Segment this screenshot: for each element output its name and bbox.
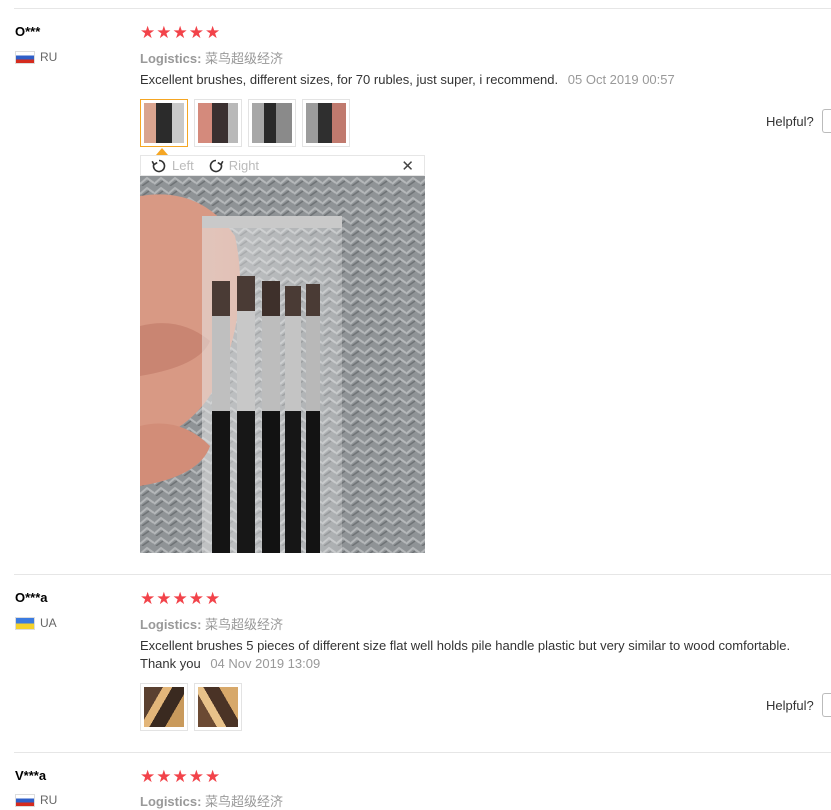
photo-thumbnail[interactable] <box>194 683 242 731</box>
russia-flag-icon <box>15 50 35 64</box>
star-rating: ★★★★★ <box>140 767 222 786</box>
photo-thumbnail[interactable] <box>140 99 188 147</box>
photo-thumbnail[interactable] <box>302 99 350 147</box>
review-body-end: Thank you <box>140 656 201 671</box>
helpful-button[interactable] <box>821 693 831 717</box>
photo-viewer-toolbar: Left Right ✕ <box>140 155 425 176</box>
country-code: RU <box>40 50 58 64</box>
logistics-info: Logistics: 菜鸟超级经济 <box>140 614 283 633</box>
photo-image <box>144 103 184 143</box>
logistics-value: 菜鸟超级经济 <box>205 617 284 632</box>
review-date: 05 Oct 2019 00:57 <box>567 72 675 87</box>
review-text: Excellent brushes 5 pieces of different … <box>140 637 831 673</box>
photo-thumbnail[interactable] <box>248 99 296 147</box>
close-icon[interactable]: ✕ <box>401 157 414 175</box>
logistics-value: 菜鸟超级经济 <box>205 794 284 809</box>
helpful-button[interactable] <box>821 109 831 133</box>
selected-photo-pointer <box>156 148 168 155</box>
photo-image <box>144 687 184 727</box>
review-body-line: Thank you 04 Nov 2019 13:09 <box>140 655 831 673</box>
rotate-left-icon <box>151 159 166 172</box>
photo-thumbnail[interactable] <box>140 683 188 731</box>
reviewer-name: V***a <box>15 768 47 783</box>
review-date: 04 Nov 2019 13:09 <box>210 656 321 671</box>
photo-image <box>252 103 292 143</box>
logistics-label: Logistics: <box>140 794 202 809</box>
brushes-photo <box>140 176 425 553</box>
logistics-info: Logistics: 菜鸟超级经济 <box>140 791 283 810</box>
helpful-label: Helpful? <box>766 113 814 129</box>
star-rating: ★★★★★ <box>140 23 222 42</box>
logistics-value: 菜鸟超级经济 <box>205 51 284 66</box>
review-photos <box>140 683 242 731</box>
logistics-info: Logistics: 菜鸟超级经济 <box>140 48 283 67</box>
review-divider <box>14 752 831 753</box>
photo-image <box>198 103 238 143</box>
photo-image <box>198 687 238 727</box>
helpful-vote: Helpful? <box>766 109 831 133</box>
ukraine-flag-icon <box>15 616 35 630</box>
logistics-label: Logistics: <box>140 617 202 632</box>
rotate-right-label: Right <box>228 158 260 173</box>
review-body: Excellent brushes, different sizes, for … <box>140 72 559 87</box>
reviewer-country: RU <box>15 50 57 64</box>
rotate-left-button[interactable]: Left <box>151 158 194 174</box>
review-body-line: Excellent brushes 5 pieces of different … <box>140 638 791 653</box>
photo-image <box>306 103 346 143</box>
review-divider <box>14 8 831 9</box>
rotate-right-button[interactable]: Right <box>208 158 259 174</box>
country-code: UA <box>40 616 57 630</box>
rotate-right-icon <box>209 159 224 172</box>
reviewer-country: UA <box>15 616 57 630</box>
photo-thumbnail[interactable] <box>194 99 242 147</box>
review-text: Excellent brushes, different sizes, for … <box>140 71 675 89</box>
rotate-left-label: Left <box>172 158 194 173</box>
helpful-vote: Helpful? <box>766 693 831 717</box>
logistics-label: Logistics: <box>140 51 202 66</box>
review-photos <box>140 99 350 147</box>
enlarged-photo <box>140 176 425 553</box>
reviewer-name: O*** <box>15 24 41 39</box>
helpful-label: Helpful? <box>766 697 814 713</box>
reviewer-name: O***a <box>15 590 48 605</box>
review-divider <box>14 574 831 575</box>
star-rating: ★★★★★ <box>140 589 222 608</box>
